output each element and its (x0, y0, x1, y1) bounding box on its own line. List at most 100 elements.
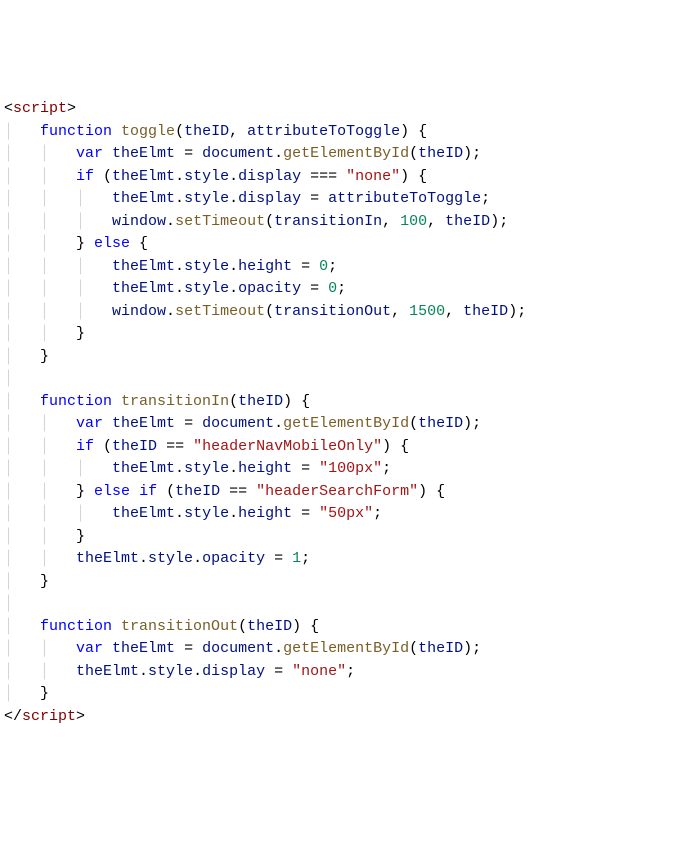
code-content: <script> (4, 98, 76, 121)
token-var: theElmt (112, 460, 175, 477)
token-var: display (202, 663, 265, 680)
code-line: │ │ } else { (4, 233, 681, 256)
token-kw: else (94, 483, 130, 500)
token-punc: = (301, 280, 328, 297)
token-punc: . (175, 505, 184, 522)
token-punc: ) { (283, 393, 310, 410)
token-var: window (112, 213, 166, 230)
token-punc: > (76, 708, 85, 725)
token-punc (112, 393, 121, 410)
code-line: │ } (4, 683, 681, 706)
code-line: │ │ │ window.setTimeout(transitionIn, 10… (4, 211, 681, 234)
indent-guides: │ (4, 571, 40, 594)
token-kw: function (40, 393, 112, 410)
token-fn: toggle (121, 123, 175, 140)
code-content: function transitionOut(theID) { (40, 616, 319, 639)
code-content: if (theElmt.style.display === "none") { (76, 166, 427, 189)
token-punc (112, 123, 121, 140)
code-line: │ } (4, 346, 681, 369)
indent-guides: │ (4, 346, 40, 369)
token-punc: . (175, 168, 184, 185)
code-content: var theElmt = document.getElementById(th… (76, 413, 481, 436)
token-str: "headerNavMobileOnly" (193, 438, 382, 455)
token-var: theID (463, 303, 508, 320)
token-punc: = (175, 640, 202, 657)
token-punc: ( (229, 393, 238, 410)
code-line: │ │ │ theElmt.style.opacity = 0; (4, 278, 681, 301)
token-kw: if (76, 168, 94, 185)
code-content: </script> (4, 706, 85, 729)
token-punc: = (301, 190, 328, 207)
code-line: │ │ } else if (theID == "headerSearchFor… (4, 481, 681, 504)
token-punc: ; (301, 550, 310, 567)
code-content: function toggle(theID, attributeToToggle… (40, 121, 427, 144)
token-var: theID (418, 145, 463, 162)
token-punc: } (76, 528, 85, 545)
token-punc: . (139, 663, 148, 680)
token-punc: ; (328, 258, 337, 275)
code-line: │ │ } (4, 323, 681, 346)
token-fn: setTimeout (175, 303, 265, 320)
token-var: theElmt (76, 550, 139, 567)
indent-guides: │ │ (4, 481, 76, 504)
code-line: │ │ theElmt.style.display = "none"; (4, 661, 681, 684)
token-punc: ( (175, 123, 184, 140)
token-punc: . (139, 550, 148, 567)
token-var: style (184, 258, 229, 275)
token-var: theID (418, 415, 463, 432)
code-content: theElmt.style.display = attributeToToggl… (112, 188, 490, 211)
token-tag: script (13, 100, 67, 117)
code-content: } else if (theID == "headerSearchForm") … (76, 481, 445, 504)
code-line: │ │ │ theElmt.style.height = "100px"; (4, 458, 681, 481)
code-content: theElmt.style.height = "100px"; (112, 458, 391, 481)
token-str: "headerSearchForm" (256, 483, 418, 500)
token-punc: . (274, 640, 283, 657)
token-punc: ) { (400, 168, 427, 185)
code-line: │ │ var theElmt = document.getElementByI… (4, 413, 681, 436)
token-punc: ); (463, 640, 481, 657)
code-content: var theElmt = document.getElementById(th… (76, 143, 481, 166)
indent-guides: │ (4, 391, 40, 414)
code-content: theElmt.style.opacity = 0; (112, 278, 346, 301)
token-var: theID (247, 618, 292, 635)
token-punc: { (130, 235, 148, 252)
token-punc: ( (265, 303, 274, 320)
token-punc: } (76, 235, 94, 252)
token-punc: ; (481, 190, 490, 207)
token-num: 0 (319, 258, 328, 275)
code-line: │ │ } (4, 526, 681, 549)
indent-guides: │ │ (4, 638, 76, 661)
token-var: window (112, 303, 166, 320)
token-punc: ; (373, 505, 382, 522)
token-fn: transitionOut (121, 618, 238, 635)
token-punc: ( (409, 145, 418, 162)
code-line: │ │ │ theElmt.style.display = attributeT… (4, 188, 681, 211)
token-punc: . (229, 190, 238, 207)
token-kw: else (94, 235, 130, 252)
indent-guides: │ │ (4, 661, 76, 684)
token-punc: ); (463, 145, 481, 162)
token-punc: ); (463, 415, 481, 432)
token-fn: setTimeout (175, 213, 265, 230)
token-punc: ( (94, 438, 112, 455)
token-kw: function (40, 123, 112, 140)
code-content: if (theID == "headerNavMobileOnly") { (76, 436, 409, 459)
token-punc: , (427, 213, 445, 230)
token-punc (103, 640, 112, 657)
token-punc: . (166, 213, 175, 230)
token-punc: = (292, 460, 319, 477)
token-punc (130, 483, 139, 500)
indent-guides: │ │ (4, 143, 76, 166)
token-punc: . (229, 280, 238, 297)
token-fn: getElementById (283, 640, 409, 657)
token-punc: ) { (382, 438, 409, 455)
token-var: height (238, 505, 292, 522)
indent-guides: │ (4, 616, 40, 639)
token-fn: transitionIn (121, 393, 229, 410)
token-punc: < (4, 100, 13, 117)
token-punc: . (229, 258, 238, 275)
token-punc (103, 415, 112, 432)
token-punc: > (67, 100, 76, 117)
token-kw: var (76, 640, 103, 657)
indent-guides: │ (4, 593, 40, 616)
